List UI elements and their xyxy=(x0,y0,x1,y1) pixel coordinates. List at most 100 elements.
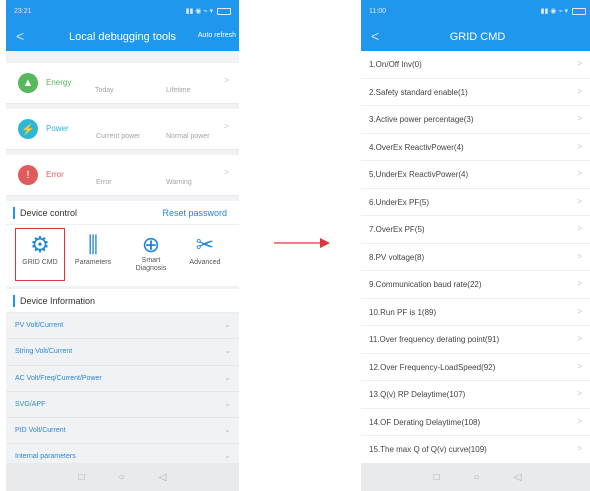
grid-cmd-item[interactable]: 4.OverEx ReactivPower(4) > xyxy=(361,134,590,161)
grid-cmd-item[interactable]: 7.OverEx PF(5) > xyxy=(361,216,590,244)
chevron-right-icon: > xyxy=(223,75,229,85)
chevron-right-icon: > xyxy=(577,444,582,453)
transition-arrow-icon xyxy=(274,238,330,248)
stat-sub-label: Lifetime xyxy=(166,87,191,94)
chevron-down-icon: ⌄ xyxy=(224,320,231,329)
tool-smart-diagnosis[interactable]: ⊕ Smart Diagnosis xyxy=(127,231,175,273)
tool-label: GRID CMD xyxy=(22,259,58,266)
gears-icon: ⚙ xyxy=(30,232,50,257)
chevron-right-icon: > xyxy=(577,196,582,206)
reset-password-link[interactable]: Reset password xyxy=(162,208,227,218)
auto-refresh-button[interactable]: Auto refresh xyxy=(198,32,236,39)
chevron-right-icon: > xyxy=(577,114,582,123)
grid-cmd-item[interactable]: 15.The max Q of Q(v) curve(109) > xyxy=(361,436,590,464)
chevron-down-icon: ⌄ xyxy=(224,451,231,461)
grid-cmd-label: 14.OF Derating Delaytime(108) xyxy=(369,417,481,427)
tools-icon: ✂ xyxy=(195,232,215,257)
back-icon[interactable]: < xyxy=(16,28,24,44)
stat-card-energy[interactable]: ▲ Energy Today Lifetime > xyxy=(6,63,239,104)
grid-cmd-label: 13.Q(v) RP Delaytime(107) xyxy=(369,390,466,399)
back-nav-icon[interactable]: ◁ xyxy=(514,472,522,483)
device-info-label: String Volt/Current xyxy=(15,348,73,356)
back-nav-icon[interactable]: ◁ xyxy=(159,472,167,483)
recent-apps-icon[interactable]: □ xyxy=(79,472,85,483)
stat-sub-label: Today xyxy=(95,87,114,94)
grid-cmd-item[interactable]: 9.Communication baud rate(22) > xyxy=(361,271,590,299)
grid-cmd-label: 8.PV voltage(8) xyxy=(369,252,425,262)
system-nav-bar: □ ○ ◁ xyxy=(361,463,590,491)
status-icons: ▮▮ ◉ ⌁ ▾ xyxy=(185,8,213,15)
grid-cmd-item[interactable]: 10.Run PF is 1(89) > xyxy=(361,299,590,326)
device-info-label: SVG/APF xyxy=(15,400,46,408)
grid-cmd-item[interactable]: 8.PV voltage(8) > xyxy=(361,244,590,271)
chevron-right-icon: > xyxy=(577,224,582,233)
grid-cmd-item[interactable]: 1.On/Off Inv(0) > xyxy=(361,51,590,79)
device-info-row[interactable]: SVG/APF ⌄ xyxy=(6,391,239,419)
chevron-right-icon: > xyxy=(577,389,582,398)
grid-cmd-item[interactable]: 6.UnderEx PF(5) > xyxy=(361,189,590,216)
status-time: 23:21 xyxy=(14,7,32,15)
grid-cmd-label: 15.The max Q of Q(v) curve(109) xyxy=(369,445,487,454)
app-bar: < GRID CMD xyxy=(361,22,590,51)
grid-cmd-label: 11.Over frequency derating point(91) xyxy=(369,335,500,344)
device-info-row[interactable]: PV Volt/Current ⌄ xyxy=(6,313,239,340)
device-info-label: AC Volt/Freq/Current/Power xyxy=(15,374,102,382)
tool-parameters[interactable]: ⫼ Parameters xyxy=(69,231,117,267)
chevron-right-icon: > xyxy=(577,306,582,316)
chevron-down-icon: ⌄ xyxy=(224,398,231,408)
grid-cmd-item[interactable]: 3.Active power percentage(3) > xyxy=(361,106,590,134)
stat-sub-label: Warning xyxy=(166,179,192,186)
status-icons: ▮▮ ◉ ⌁ ▾ xyxy=(540,8,568,15)
recent-apps-icon[interactable]: □ xyxy=(434,472,440,483)
chevron-right-icon: > xyxy=(577,279,582,288)
tool-advanced[interactable]: ✂ Advanced xyxy=(181,231,229,267)
system-nav-bar: □ ○ ◁ xyxy=(6,463,239,491)
stat-card-power[interactable]: ⚡ Power Current power Normal power > xyxy=(6,109,239,150)
status-bar: 23:21 ▮▮ ◉ ⌁ ▾ xyxy=(6,0,239,22)
grid-cmd-item[interactable]: 2.Safety standard enable(1) > xyxy=(361,79,590,106)
app-bar: < Local debugging tools Auto refresh xyxy=(6,22,239,51)
chart-icon: ▲ xyxy=(18,73,38,93)
grid-cmd-label: 3.Active power percentage(3) xyxy=(369,115,474,124)
chevron-right-icon: > xyxy=(577,59,582,68)
status-bar: 11:00 ▮▮ ◉ ⌁ ▾ xyxy=(361,0,590,22)
target-icon: ⊕ xyxy=(141,232,161,257)
grid-cmd-item[interactable]: 12.Over Frequency-LoadSpeed(92) > xyxy=(361,354,590,381)
device-info-label: Internal parameters xyxy=(15,453,76,461)
section-accent-bar xyxy=(13,207,15,219)
chevron-right-icon: > xyxy=(577,334,582,343)
tool-label: Parameters xyxy=(74,259,112,266)
right-phone-screen: 11:00 ▮▮ ◉ ⌁ ▾ < GRID CMD 1.On/Off Inv(0… xyxy=(361,0,590,491)
chevron-right-icon: > xyxy=(577,141,582,151)
grid-cmd-label: 10.Run PF is 1(89) xyxy=(369,307,437,317)
device-information-label: Device Information xyxy=(20,296,96,306)
stat-card-error[interactable]: ! Error Error Warning > xyxy=(6,155,239,196)
chevron-down-icon: ⌄ xyxy=(224,346,231,356)
stat-name: Power xyxy=(46,124,69,133)
chevron-right-icon: > xyxy=(223,121,229,131)
bolt-icon: ⚡ xyxy=(18,119,38,139)
home-icon[interactable]: ○ xyxy=(474,472,480,483)
device-info-row[interactable]: String Volt/Current ⌄ xyxy=(6,339,239,366)
grid-cmd-item[interactable]: 11.Over frequency derating point(91) > xyxy=(361,326,590,354)
back-icon[interactable]: < xyxy=(371,28,379,44)
grid-cmd-label: 9.Communication baud rate(22) xyxy=(369,280,482,289)
grid-cmd-item[interactable]: 14.OF Derating Delaytime(108) > xyxy=(361,409,590,436)
device-info-row[interactable]: PID Volt/Current ⌄ xyxy=(6,418,239,445)
battery-icon xyxy=(572,7,586,15)
device-information-header: Device Information xyxy=(6,289,239,313)
sliders-icon: ⫼ xyxy=(87,232,99,257)
chevron-right-icon: > xyxy=(577,169,582,178)
battery-icon xyxy=(217,7,231,15)
stat-sub-label: Normal power xyxy=(166,133,210,140)
device-info-row[interactable]: AC Volt/Freq/Current/Power ⌄ xyxy=(6,365,239,392)
grid-cmd-item[interactable]: 13.Q(v) RP Delaytime(107) > xyxy=(361,381,590,409)
device-control-tools: ⚙ GRID CMD ⫼ Parameters ⊕ Smart Diagnosis ✂ Adv… xyxy=(6,225,239,286)
chevron-down-icon: ⌄ xyxy=(224,425,231,435)
home-icon[interactable]: ○ xyxy=(119,472,125,483)
alert-icon: ! xyxy=(18,165,38,185)
device-info-label: PV Volt/Current xyxy=(15,322,64,329)
status-time: 11:00 xyxy=(369,7,386,15)
tool-grid-cmd[interactable]: ⚙ GRID CMD xyxy=(16,231,64,267)
grid-cmd-item[interactable]: 5.UnderEx ReactivPower(4) > xyxy=(361,161,590,189)
